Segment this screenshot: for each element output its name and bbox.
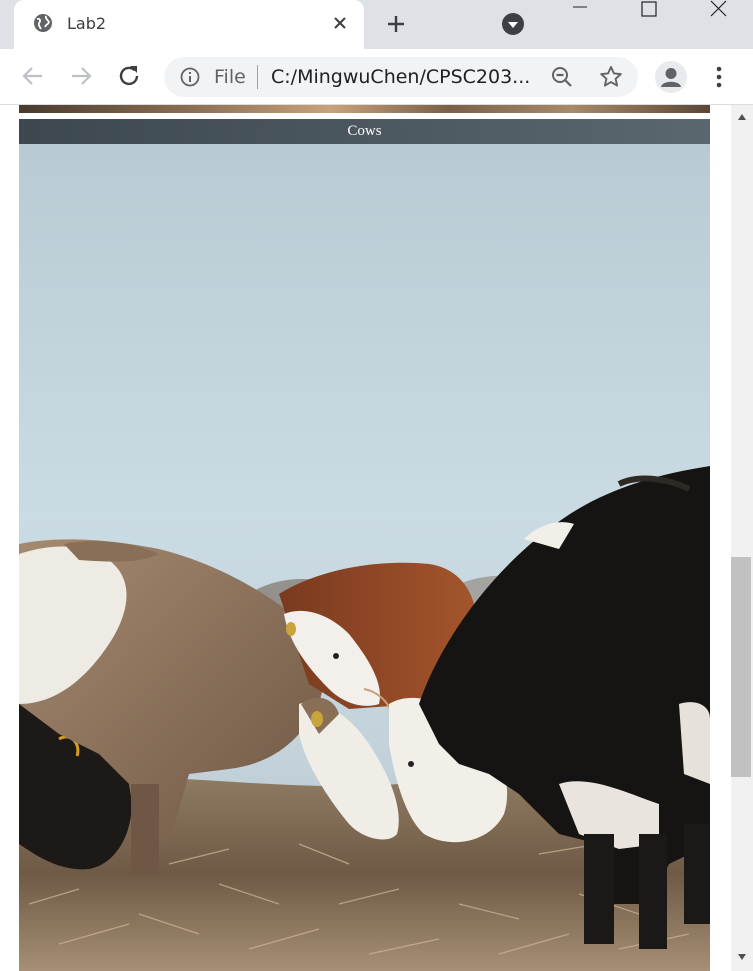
scroll-up-arrow-icon[interactable]	[737, 113, 747, 121]
minimize-icon[interactable]	[565, 0, 595, 20]
previous-image-edge	[19, 105, 710, 113]
tab-lab2[interactable]: Lab2	[14, 0, 364, 49]
close-icon[interactable]	[330, 13, 350, 33]
browser-toolbar: File C:/MingwuChen/CPSC203...	[0, 49, 753, 105]
plus-icon[interactable]	[384, 12, 408, 36]
image-caption: Cows	[347, 123, 382, 139]
vertical-scrollbar[interactable]	[731, 105, 753, 971]
tab-title: Lab2	[67, 14, 107, 33]
tab-strip: Lab2	[0, 0, 753, 49]
url-text[interactable]: C:/MingwuChen/CPSC203...	[271, 66, 530, 88]
kebab-menu-icon[interactable]	[707, 63, 731, 91]
zoom-out-icon[interactable]	[550, 65, 574, 89]
cows-photo	[19, 144, 710, 971]
omnibox-divider	[257, 65, 258, 89]
window-close-icon[interactable]	[704, 0, 734, 20]
address-bar[interactable]: File C:/MingwuChen/CPSC203...	[164, 57, 638, 97]
page-viewport: Cows	[0, 105, 731, 971]
tab-search-icon[interactable]	[501, 12, 525, 36]
scheme-label: File	[214, 66, 246, 88]
globe-icon	[34, 14, 52, 32]
star-icon[interactable]	[598, 64, 624, 90]
info-icon[interactable]	[180, 67, 200, 87]
maximize-icon[interactable]	[634, 0, 664, 20]
image-caption-bar: Cows	[19, 119, 710, 144]
profile-icon[interactable]	[655, 61, 687, 93]
back-arrow-icon[interactable]	[19, 62, 47, 90]
forward-arrow-icon[interactable]	[67, 62, 95, 90]
reload-icon[interactable]	[115, 62, 143, 90]
scrollbar-thumb[interactable]	[731, 557, 751, 777]
scroll-down-arrow-icon[interactable]	[737, 953, 747, 961]
